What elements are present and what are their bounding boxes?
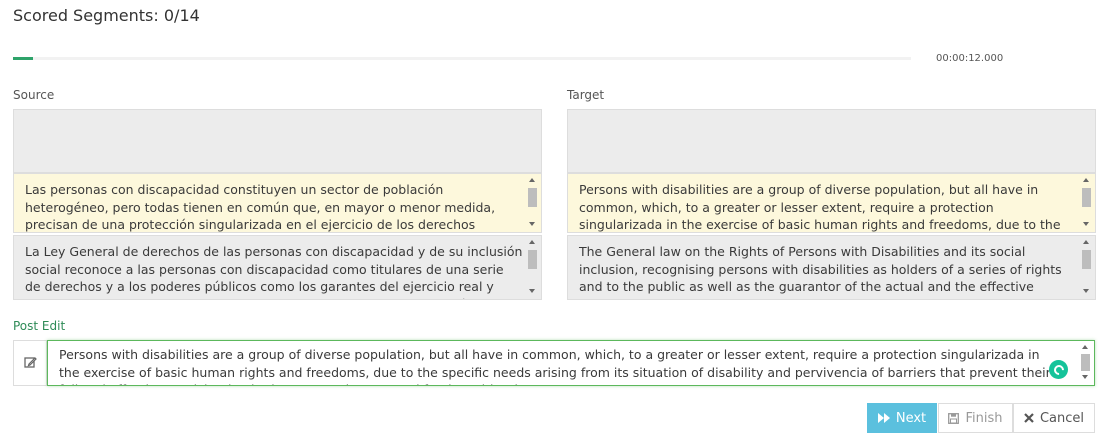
post-edit-text[interactable]: Persons with disabilities are a group of… (48, 341, 1094, 385)
finish-button[interactable]: Finish (938, 403, 1013, 433)
source-current-scrollbar[interactable] (527, 176, 539, 230)
scroll-up-icon[interactable] (1083, 240, 1089, 244)
target-label: Target (567, 88, 605, 102)
target-next-scrollbar[interactable] (1081, 238, 1093, 297)
fast-forward-icon (877, 413, 890, 423)
save-icon (948, 412, 960, 424)
elapsed-timer: 00:00:12.000 (936, 53, 1004, 64)
grammarly-icon[interactable] (1049, 360, 1068, 379)
scroll-down-icon[interactable] (529, 289, 535, 293)
post-edit-textarea[interactable]: Persons with disabilities are a group of… (47, 340, 1095, 386)
source-current-text: Las personas con discapacidad constituye… (25, 182, 496, 232)
target-next-segment: The General law on the Rights of Persons… (567, 235, 1096, 300)
source-next-text: La Ley General de derechos de las person… (25, 244, 523, 299)
next-button[interactable]: Next (867, 403, 937, 433)
close-icon (1024, 413, 1034, 423)
scroll-down-icon[interactable] (1083, 289, 1089, 293)
target-current-scrollbar[interactable] (1081, 176, 1093, 230)
scroll-thumb[interactable] (1082, 188, 1091, 207)
source-current-segment: Las personas con discapacidad constituye… (13, 173, 542, 233)
source-next-segment: La Ley General de derechos de las person… (13, 235, 542, 300)
edit-icon (24, 357, 37, 368)
post-edit-scrollbar[interactable] (1080, 343, 1092, 383)
source-panel: Las personas con discapacidad constituye… (13, 109, 542, 301)
source-previous-segment (13, 109, 542, 173)
next-button-label: Next (895, 410, 927, 426)
target-previous-segment (567, 109, 1096, 173)
target-current-segment: Persons with disabilities are a group of… (567, 173, 1096, 233)
scroll-thumb[interactable] (528, 188, 537, 207)
scroll-down-icon[interactable] (1082, 375, 1088, 379)
target-panel: Persons with disabilities are a group of… (567, 109, 1096, 301)
source-label: Source (13, 88, 55, 102)
progress-bar-fill (13, 57, 33, 60)
post-edit-icon-box (13, 340, 47, 386)
scored-segments-title: Scored Segments: 0/14 (13, 6, 200, 25)
scroll-up-icon[interactable] (1083, 178, 1089, 182)
cancel-button-label: Cancel (1039, 410, 1085, 426)
scroll-down-icon[interactable] (1083, 222, 1089, 226)
finish-button-label: Finish (965, 410, 1003, 426)
scroll-up-icon[interactable] (529, 178, 535, 182)
scroll-thumb[interactable] (528, 250, 537, 269)
target-current-text: Persons with disabilities are a group of… (579, 182, 1061, 232)
source-next-scrollbar[interactable] (527, 238, 539, 297)
scroll-thumb[interactable] (1082, 250, 1091, 269)
scroll-down-icon[interactable] (529, 222, 535, 226)
post-edit-label: Post Edit (13, 319, 66, 333)
target-next-text: The General law on the Rights of Persons… (579, 244, 1067, 299)
scroll-up-icon[interactable] (1082, 345, 1088, 349)
scroll-thumb[interactable] (1081, 354, 1090, 371)
scroll-up-icon[interactable] (529, 240, 535, 244)
progress-bar (13, 57, 911, 60)
cancel-button[interactable]: Cancel (1013, 403, 1095, 433)
